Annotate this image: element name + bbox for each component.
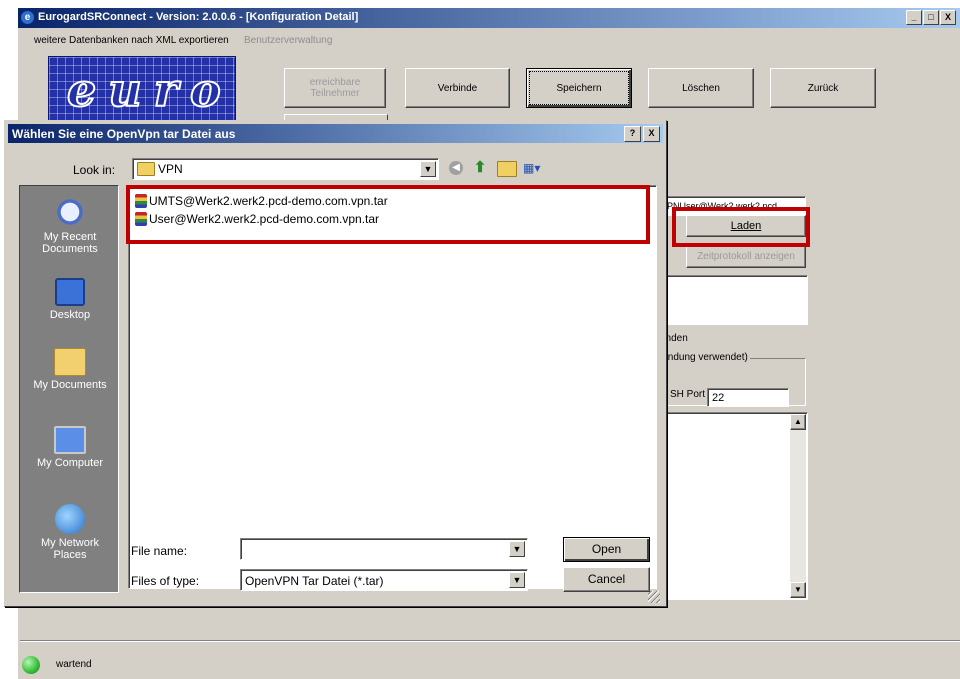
reachable-participants-button[interactable]: erreichbare Teilnehmer (284, 68, 386, 108)
open-button[interactable]: Open (563, 537, 650, 562)
help-button[interactable]: ? (624, 126, 641, 142)
group-label: bindung verwendet) (660, 352, 750, 363)
place-my-computer-label: My Computer (36, 457, 104, 469)
reachable-participants-label: erreichbare Teilnehmer (309, 77, 361, 99)
place-recent-label: My Recent Documents (42, 231, 98, 255)
ssh-port-label: SH Port (670, 389, 706, 400)
window-title: EurogardSRConnect - Version: 2.0.0.6 - [… (38, 11, 359, 23)
euro-logo: euro (48, 56, 236, 122)
connect-label: Verbinde (437, 82, 478, 94)
file-name-input[interactable]: ▼ (240, 538, 528, 560)
main-titlebar[interactable]: e EurogardSRConnect - Version: 2.0.0.6 -… (18, 8, 960, 28)
save-label: Speichern (556, 82, 602, 94)
look-in-label: Look in: (73, 163, 116, 177)
save-button[interactable]: Speichern (526, 68, 632, 108)
menu-export-xml[interactable]: weitere Datenbanken nach XML exportieren (34, 35, 229, 46)
ssh-port-value: 22 (712, 392, 725, 404)
files-highlight (126, 185, 650, 244)
file-name-label: File name: (131, 544, 188, 558)
dialog-close-button[interactable]: X (643, 126, 660, 142)
logo-text: euro (66, 62, 233, 118)
look-in-combo[interactable]: VPN ▼ (132, 158, 439, 180)
minimize-button[interactable]: _ (906, 10, 922, 25)
my-documents-icon (54, 348, 86, 376)
load-highlight (672, 207, 810, 247)
recent-documents-icon (54, 196, 86, 228)
file-type-value: OpenVPN Tar Datei (*.tar) (245, 574, 384, 588)
connect-button[interactable]: Verbinde (405, 68, 510, 108)
open-label: Open (591, 542, 622, 556)
place-network[interactable]: My Network Places (20, 504, 120, 561)
places-bar: My Recent Documents Desktop My Documents… (19, 185, 119, 593)
cancel-button[interactable]: Cancel (563, 567, 650, 592)
back-label: Zurück (807, 82, 839, 94)
log-scrollbar[interactable]: ▲ ▼ (790, 414, 806, 598)
time-log-button[interactable]: Zeitprotokoll anzeigen (686, 246, 806, 268)
log-textarea[interactable] (656, 412, 808, 600)
place-my-documents[interactable]: My Documents (20, 348, 120, 391)
status-bar: wartend (18, 650, 960, 679)
cancel-label: Cancel (587, 572, 626, 586)
dialog-titlebar[interactable]: Wählen Sie eine OpenVpn tar Datei aus ? … (8, 124, 663, 143)
place-desktop[interactable]: Desktop (20, 278, 120, 321)
status-text: wartend (56, 659, 92, 670)
delete-button[interactable]: Löschen (648, 68, 754, 108)
info-textbox[interactable] (656, 275, 808, 325)
close-button[interactable]: X (940, 10, 956, 25)
scroll-down-icon[interactable]: ▼ (790, 582, 806, 598)
file-name-dropdown-icon[interactable]: ▼ (509, 541, 525, 557)
place-network-label: My Network Places (40, 537, 100, 561)
back-button[interactable]: Zurück (770, 68, 876, 108)
place-my-computer[interactable]: My Computer (20, 426, 120, 469)
time-log-label: Zeitprotokoll anzeigen (697, 251, 795, 262)
look-in-dropdown-icon[interactable]: ▼ (420, 161, 436, 177)
file-type-dropdown-icon[interactable]: ▼ (509, 572, 525, 588)
delete-label: Löschen (682, 82, 720, 94)
maximize-button[interactable]: □ (923, 10, 939, 25)
look-in-value: VPN (158, 162, 183, 176)
menu-user-management[interactable]: Benutzerverwaltung (244, 35, 332, 46)
status-divider (20, 640, 960, 642)
place-my-documents-label: My Documents (33, 379, 107, 391)
folder-icon (137, 162, 155, 176)
dialog-title: Wählen Sie eine OpenVpn tar Datei aus (12, 127, 236, 141)
menubar: weitere Datenbanken nach XML exportieren… (18, 30, 960, 50)
resize-grip-icon[interactable] (648, 591, 660, 603)
view-menu-icon[interactable]: ▦▾ (523, 160, 545, 176)
scroll-up-icon[interactable]: ▲ (790, 414, 806, 430)
status-led-icon (22, 656, 40, 674)
open-file-dialog: Wählen Sie eine OpenVpn tar Datei aus ? … (4, 120, 667, 607)
network-places-icon (55, 504, 85, 534)
app-icon: e (21, 11, 34, 24)
ssh-port-input[interactable]: 22 (707, 388, 789, 407)
file-type-label: Files of type: (131, 574, 200, 588)
up-folder-icon[interactable]: ⬆ (471, 159, 489, 177)
file-type-combo[interactable]: OpenVPN Tar Datei (*.tar) ▼ (240, 569, 528, 591)
back-icon[interactable]: ◀ (449, 161, 463, 175)
new-folder-icon[interactable] (497, 161, 517, 177)
file-list[interactable]: UMTS@Werk2.werk2.pcd-demo.com.vpn.tar Us… (128, 185, 657, 589)
desktop-icon (55, 278, 85, 306)
place-desktop-label: Desktop (49, 309, 91, 321)
place-recent[interactable]: My Recent Documents (20, 196, 120, 255)
my-computer-icon (54, 426, 86, 454)
